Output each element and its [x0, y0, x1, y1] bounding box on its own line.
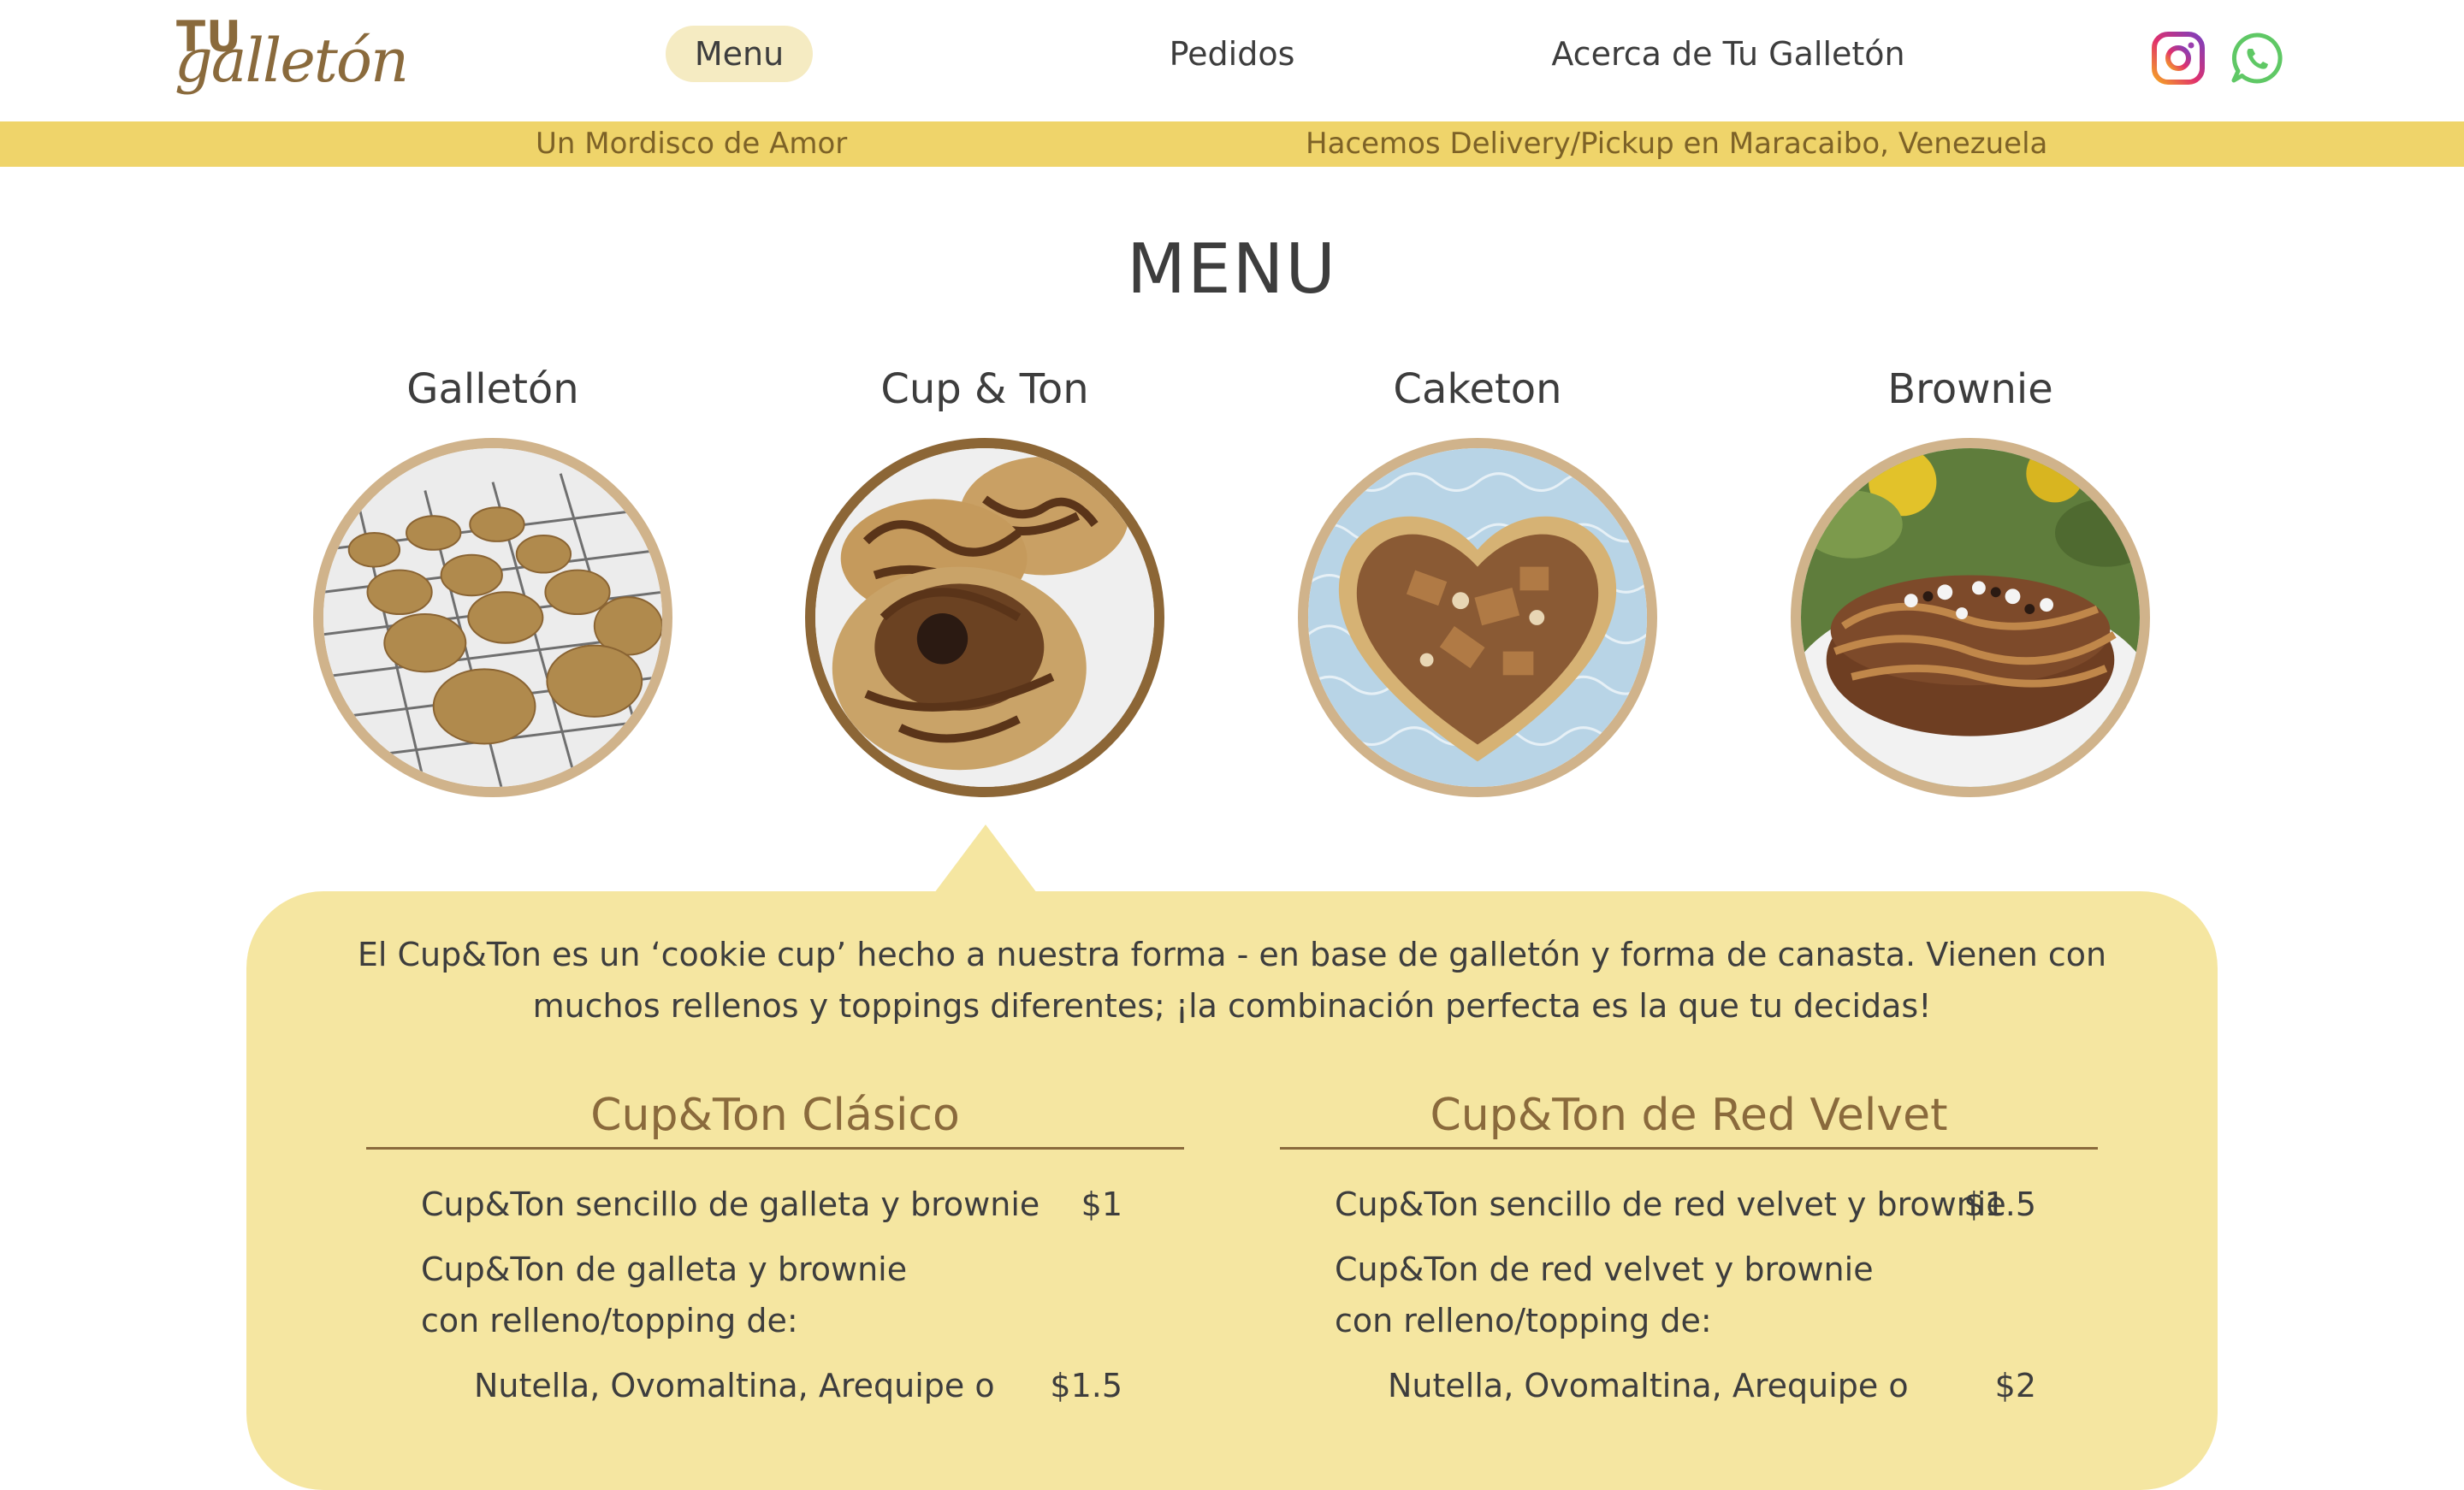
menu-column-clasico: Cup&Ton Clásico Cup&Ton sencillo de gall…	[366, 1081, 1184, 1404]
menu-item: Cup&Ton de galleta y brownie con relleno…	[421, 1244, 968, 1346]
active-category-pointer	[934, 825, 1037, 893]
category-detail-card: El Cup&Ton es un ‘cookie cup’ hecho a nu…	[246, 891, 2218, 1490]
category-label: Galletón	[406, 365, 579, 413]
menu-item-price: $1	[1081, 1185, 1122, 1223]
menu-item: Nutella, Ovomaltina, Arequipe o $2	[1388, 1360, 2036, 1411]
nav-menu[interactable]: Menu	[666, 26, 813, 82]
menu-column-title: Cup&Ton de Red Velvet	[1280, 1081, 2098, 1150]
nav-pedidos[interactable]: Pedidos	[1146, 26, 1318, 82]
logo[interactable]: TU galletón	[175, 10, 409, 111]
menu-item-label: Nutella, Ovomaltina, Arequipe o	[474, 1367, 995, 1404]
menu-item-label: Cup&Ton de red velvet y brownie con rell…	[1335, 1251, 1874, 1339]
category-label: Cup & Ton	[880, 365, 1089, 413]
nav-acerca[interactable]: Acerca de Tu Galletón	[1549, 26, 1908, 82]
category-cup-and-ton[interactable]: Cup & Ton	[788, 359, 1182, 797]
tagline-banner: Un Mordisco de Amor Hacemos Delivery/Pic…	[0, 121, 2464, 167]
caketon-photo[interactable]	[1298, 438, 1657, 797]
menu-item: Nutella, Ovomaltina, Arequipe o $1.5	[474, 1360, 1122, 1411]
menu-item-label: Nutella, Ovomaltina, Arequipe o	[1388, 1367, 1909, 1404]
whatsapp-icon[interactable]	[2230, 31, 2284, 86]
galleton-photo[interactable]	[313, 438, 672, 797]
site-header: TU galletón Menu Pedidos Acerca de Tu Ga…	[0, 0, 2464, 121]
menu-column-title: Cup&Ton Clásico	[366, 1081, 1184, 1150]
menu-item-label: Cup&Ton sencillo de galleta y brownie	[421, 1185, 1040, 1223]
menu-item-label: Cup&Ton sencillo de red velvet y brownie	[1335, 1185, 2006, 1223]
cup-and-ton-photo[interactable]	[805, 438, 1164, 797]
logo-script-text: galletón	[175, 26, 409, 96]
menu-item: Cup&Ton de red velvet y brownie con rell…	[1335, 1244, 1882, 1346]
category-galleton[interactable]: Galletón	[296, 359, 690, 797]
instagram-icon[interactable]	[2151, 31, 2206, 86]
banner-delivery-info: Hacemos Delivery/Pickup en Maracaibo, Ve…	[1306, 127, 2048, 161]
category-label: Brownie	[1887, 365, 2053, 413]
menu-item-price: $1.5	[1964, 1185, 2036, 1223]
menu-item-label: Cup&Ton de galleta y brownie con relleno…	[421, 1251, 908, 1339]
page-title: MENU	[1127, 229, 1337, 309]
banner-tagline: Un Mordisco de Amor	[536, 127, 848, 161]
menu-item-price: $2	[1994, 1367, 2036, 1404]
menu-item-price: $1.5	[1050, 1367, 1122, 1404]
category-label: Caketon	[1393, 365, 1562, 413]
menu-item: Cup&Ton sencillo de galleta y brownie $1	[421, 1179, 1122, 1230]
menu-column-red-velvet: Cup&Ton de Red Velvet Cup&Ton sencillo d…	[1280, 1081, 2098, 1404]
category-brownie[interactable]: Brownie	[1774, 359, 2167, 797]
brownie-photo[interactable]	[1791, 438, 2150, 797]
category-description: El Cup&Ton es un ‘cookie cup’ hecho a nu…	[357, 936, 2107, 1025]
menu-item: Cup&Ton sencillo de red velvet y brownie…	[1335, 1179, 2036, 1230]
category-caketon[interactable]: Caketon	[1281, 359, 1674, 797]
